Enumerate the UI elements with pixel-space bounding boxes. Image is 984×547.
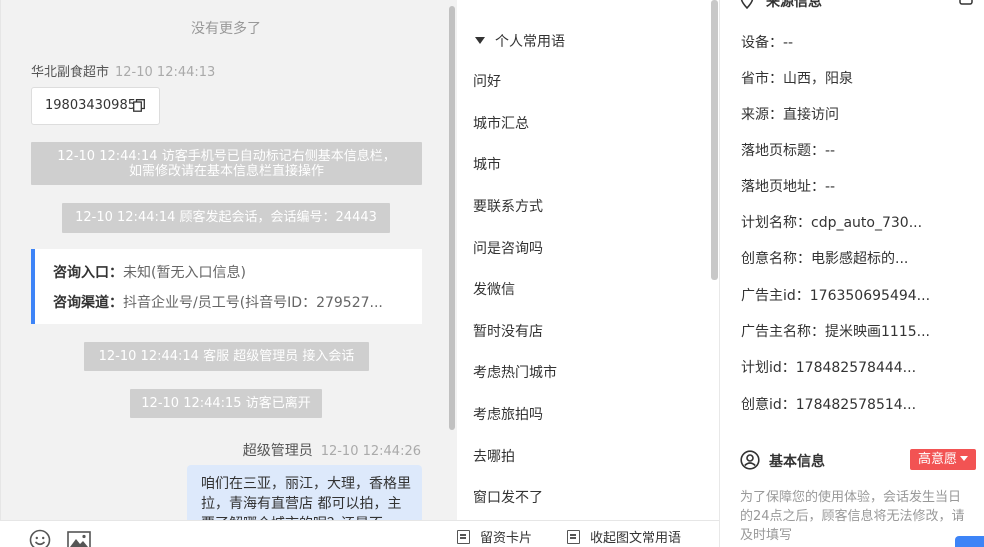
consult-entry-label: 咨询入口： [53,265,123,281]
location-pin-icon [740,0,754,10]
agent-name: 超级管理员 [242,443,313,459]
source-field-creative-id: 创意id：178482578514... [741,397,917,413]
quick-reply-group-toggle[interactable]: 个人常用语 [475,31,565,51]
quick-reply-item[interactable]: 考虑旅拍吗 [473,404,543,424]
copy-icon[interactable] [133,99,145,112]
consult-info-card: 咨询入口：未知(暂无入口信息) 咨询渠道：抖音企业号/员工号(抖音号ID：279… [31,249,422,324]
intent-level-dropdown[interactable]: 高意愿 [910,449,976,470]
source-info-header: 来源信息 [740,0,822,11]
quick-reply-item[interactable]: 城市 [473,154,501,174]
visitor-header: 华北副食超市 12-10 12:44:13 [31,61,215,80]
caret-down-icon [960,456,969,461]
quick-reply-item[interactable]: 去哪拍 [473,446,515,466]
consult-entry-value: 未知(暂无入口信息) [123,265,246,281]
source-field-region: 省市：山西，阳泉 [741,71,853,87]
source-field-landing-url: 落地页地址：-- [741,179,836,195]
document-icon [457,530,470,544]
source-field-plan-name: 计划名称：cdp_auto_730... [741,215,923,231]
source-field-advertiser-id: 广告主id：176350695494... [741,288,931,304]
collapse-rich-replies-button[interactable]: 收起图文常用语 [567,527,681,546]
source-field-device: 设备：-- [741,35,794,51]
agent-header: 超级管理员 12-10 12:44:26 [243,440,421,460]
intent-level-label: 高意愿 [918,452,958,467]
floating-action-button[interactable] [955,536,984,547]
quick-reply-item[interactable]: 考虑热门城市 [473,362,557,382]
source-field-landing-title: 落地页标题：-- [741,143,836,159]
emoji-icon[interactable] [29,529,51,547]
chat-input-toolbar [0,520,457,547]
no-more-hint: 没有更多了 [191,21,261,37]
quick-reply-item[interactable]: 窗口发不了 [473,487,543,507]
edit-icon[interactable] [959,0,973,5]
phone-card[interactable]: 19803430985 [31,87,160,125]
quick-reply-footer: 留资卡片 收起图文常用语 [457,520,719,547]
document-icon [567,530,580,544]
visitor-name: 华北副食超市 [31,65,110,80]
edit-deadline-notice: 为了保障您的使用体验，会话发生当日的24点之后，顾客信息将无法修改，请及时填写 [740,490,965,543]
basic-info-title: 基本信息 [769,454,825,470]
source-field-plan-id: 计划id：178482578444... [741,360,917,376]
source-info-title: 来源信息 [766,0,822,10]
source-field-origin: 来源：直接访问 [741,107,839,123]
user-circle-icon [740,450,760,470]
agent-time: 12-10 12:44:26 [320,444,421,459]
quick-reply-item[interactable]: 问是咨询吗 [473,238,543,258]
customer-info-panel: 来源信息 设备：-- 省市：山西，阳泉 来源：直接访问 落地页标题：-- 落地页… [720,0,984,547]
quick-reply-item[interactable]: 问好 [473,71,501,91]
source-field-creative-name: 创意名称：电影感超标的... [741,251,909,267]
quick-reply-item[interactable]: 暂时没有店 [473,321,543,341]
quick-reply-item[interactable]: 发微信 [473,279,515,299]
consult-channel-value: 抖音企业号/员工号(抖音号ID：279527... [123,295,383,311]
lead-card-label: 留资卡片 [480,531,533,546]
system-message-agent-joined: 12-10 12:44:14 客服 超级管理员 接入会话 [84,342,369,371]
agent-message-bubble: 咱们在三亚，丽江，大理，香格里拉，青海有直营店 都可以拍，主要了解哪个城市的呢？… [187,465,422,520]
chat-panel: 没有更多了 华北副食超市 12-10 12:44:13 19803430985 1… [0,0,457,520]
lead-card-button[interactable]: 留资卡片 [457,527,532,546]
quick-reply-item[interactable]: 要联系方式 [473,196,543,216]
system-message-session-start: 12-10 12:44:14 顾客发起会话，会话编号：24443 [62,203,390,233]
quick-reply-group-title: 个人常用语 [495,34,565,50]
phone-number: 19803430985 [45,98,136,113]
consult-channel-label: 咨询渠道： [53,295,123,311]
system-message-phone-marked: 12-10 12:44:14 访客手机号已自动标记右侧基本信息栏， 如需修改请在… [31,142,422,185]
system-message-line: 12-10 12:44:14 访客手机号已自动标记右侧基本信息栏， [57,149,396,164]
consult-channel-row: 咨询渠道：抖音企业号/员工号(抖音号ID：279527... [53,292,413,322]
chat-scrollbar[interactable] [449,6,455,430]
source-field-advertiser-name: 广告主名称：提米映画1115... [741,324,930,340]
chat-workspace: 没有更多了 华北副食超市 12-10 12:44:13 19803430985 1… [0,0,984,547]
consult-entry-row: 咨询入口：未知(暂无入口信息) [53,262,413,292]
system-message-visitor-left: 12-10 12:44:15 访客已离开 [130,389,322,418]
system-message-line: 如需修改请在基本信息栏直接操作 [128,164,324,179]
collapse-rich-replies-label: 收起图文常用语 [590,531,682,546]
caret-down-icon [475,37,485,44]
visitor-time: 12-10 12:44:13 [115,65,216,80]
quick-reply-item[interactable]: 城市汇总 [473,113,529,133]
quick-reply-scrollbar[interactable] [711,0,718,280]
quick-reply-panel: 个人常用语 问好 城市汇总 城市 要联系方式 问是咨询吗 发微信 暂时没有店 考… [457,0,719,520]
image-icon[interactable] [67,531,91,547]
